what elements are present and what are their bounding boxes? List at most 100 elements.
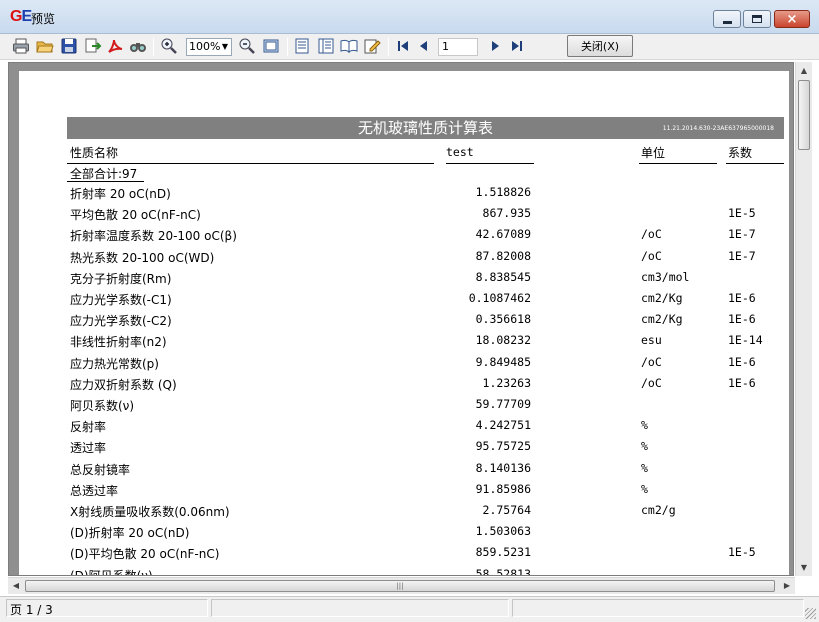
page-view-icon[interactable] (262, 37, 280, 55)
cell-unit: /oC (641, 354, 662, 369)
cell-unit: cm3/mol (641, 269, 690, 284)
cell-name: 应力光学系数(-C1) (70, 293, 172, 307)
table-row: 克分子折射度(Rm) 8.838545 cm3/mol (19, 268, 789, 289)
page-indicator: 页 1 / 3 (6, 599, 208, 617)
table-row: 总透过率 91.85986% (19, 480, 789, 501)
table-row: X射线质量吸收系数(0.06nm) 2.75764 cm2/g (19, 501, 789, 522)
report-page: 无机玻璃性质计算表 11.21.2014.630-23AE63796500001… (19, 71, 789, 576)
cell-name: 反射率 (70, 420, 107, 435)
table-row: 热光系数 20-100 oC(WD) 87.82008/oC 1E-7 (19, 247, 789, 268)
cell-coef: 1E-6 (728, 354, 756, 369)
single-page-icon[interactable] (293, 37, 311, 55)
find-icon[interactable] (129, 37, 147, 55)
cell-value: 867.935 (482, 206, 531, 221)
title-bar: GE 预览 × (0, 0, 819, 34)
close-preview-button[interactable]: 关闭(X) (567, 35, 633, 57)
cell-value: 1.23263 (482, 375, 531, 390)
table-row: 应力双折射系数 (Q) 1.23263/oC 1E-6 (19, 374, 789, 395)
status-panel (512, 599, 804, 617)
table-row: 阿贝系数(ν) 59.77709 (19, 395, 789, 416)
cell-value: 91.85986 (475, 481, 531, 496)
cell-value: 2.75764 (482, 503, 531, 517)
cell-coef: 1E-5 (728, 206, 756, 221)
horizontal-scroll-thumb[interactable]: ||| (25, 580, 775, 592)
cell-value: 59.77709 (475, 397, 531, 411)
maximize-icon (752, 15, 762, 23)
cell-unit: /oC (641, 227, 662, 242)
cell-unit: % (641, 418, 648, 433)
cell-value: 0.1087462 (468, 291, 531, 305)
header-underline (639, 163, 717, 164)
multi-page-icon[interactable] (317, 37, 335, 55)
vertical-scroll-thumb[interactable] (798, 80, 810, 150)
cell-name: 总反射镜率 (70, 462, 131, 477)
cell-value: 8.838545 (475, 269, 531, 284)
header-value: test (446, 145, 474, 159)
report-title-bar: 无机玻璃性质计算表 11.21.2014.630-23AE63796500001… (67, 117, 784, 139)
resize-grip-icon[interactable] (805, 608, 816, 619)
print-icon[interactable] (12, 37, 30, 55)
minimize-button[interactable] (713, 10, 741, 28)
zoom-in-icon[interactable] (160, 37, 178, 55)
cell-coef: 1E-6 (728, 312, 756, 327)
header-unit: 单位 (641, 146, 666, 160)
last-page-icon[interactable] (508, 37, 526, 55)
scroll-down-icon[interactable]: ▼ (796, 559, 812, 576)
zoom-select[interactable]: 100% ▼ (186, 38, 232, 56)
cell-unit: cm2/Kg (641, 291, 683, 305)
header-underline (726, 163, 784, 164)
book-icon[interactable] (340, 37, 358, 55)
edit-icon[interactable] (363, 37, 381, 55)
table-row: 折射率温度系数 20-100 oC(β) 42.67089/oC 1E-7 (19, 225, 789, 246)
horizontal-scrollbar[interactable]: ◀ ||| ▶ (8, 577, 795, 594)
header-coef: 系数 (728, 146, 753, 160)
status-bar: 页 1 / 3 (0, 596, 819, 622)
total-underline (67, 181, 144, 182)
cell-value: 87.82008 (475, 248, 531, 263)
cell-value: 4.242751 (475, 418, 531, 433)
cell-name: (D)平均色散 20 oC(nF-nC) (70, 547, 220, 562)
vertical-scrollbar[interactable]: ▲ ▼ (795, 62, 812, 576)
cell-name: 应力热光常数(p) (70, 356, 159, 371)
cell-unit: /oC (641, 375, 662, 390)
scroll-up-icon[interactable]: ▲ (796, 62, 812, 79)
cell-coef: 1E-6 (728, 291, 756, 305)
scroll-left-icon[interactable]: ◀ (8, 578, 24, 594)
cell-value: 8.140136 (475, 460, 531, 475)
cell-unit: % (641, 460, 648, 475)
pdf-icon[interactable] (106, 37, 124, 55)
prev-page-icon[interactable] (415, 37, 433, 55)
status-panel (211, 599, 509, 617)
cell-unit: % (641, 481, 648, 496)
export-icon[interactable] (84, 37, 102, 55)
cell-coef: 1E-5 (728, 545, 756, 560)
next-page-icon[interactable] (486, 37, 504, 55)
cell-name: 折射率 20 oC(nD) (70, 187, 171, 201)
cell-unit: cm2/g (641, 503, 676, 517)
cell-name: 阿贝系数(ν) (70, 399, 135, 413)
cell-value: 1.518826 (475, 185, 531, 199)
scroll-right-icon[interactable]: ▶ (779, 578, 795, 594)
cell-value: 18.08232 (475, 333, 531, 348)
cell-name: 透过率 (70, 441, 107, 456)
save-icon[interactable] (60, 37, 78, 55)
chevron-down-icon: ▼ (221, 42, 229, 51)
cell-coef: 1E-14 (728, 333, 763, 348)
cell-unit: % (641, 439, 648, 454)
header-underline (446, 163, 534, 164)
preview-viewport[interactable]: 无机玻璃性质计算表 11.21.2014.630-23AE63796500001… (8, 62, 794, 576)
header-name: 性质名称 (70, 146, 119, 160)
maximize-button[interactable] (743, 10, 771, 28)
table-row: 反射率 4.242751% (19, 416, 789, 437)
toolbar: 100% ▼ 1 (0, 34, 819, 60)
cell-unit: /oC (641, 248, 662, 263)
first-page-icon[interactable] (394, 37, 412, 55)
zoom-out-icon[interactable] (238, 37, 256, 55)
cell-value: 859.5231 (475, 545, 531, 560)
cell-value: 58.52813 (475, 566, 531, 576)
open-folder-icon[interactable] (36, 37, 54, 55)
cell-unit: cm2/Kg (641, 312, 683, 327)
page-number-input[interactable]: 1 (438, 38, 478, 56)
report-code: 11.21.2014.630-23AE637965000018 (662, 125, 774, 132)
window-close-button[interactable]: × (774, 10, 810, 28)
